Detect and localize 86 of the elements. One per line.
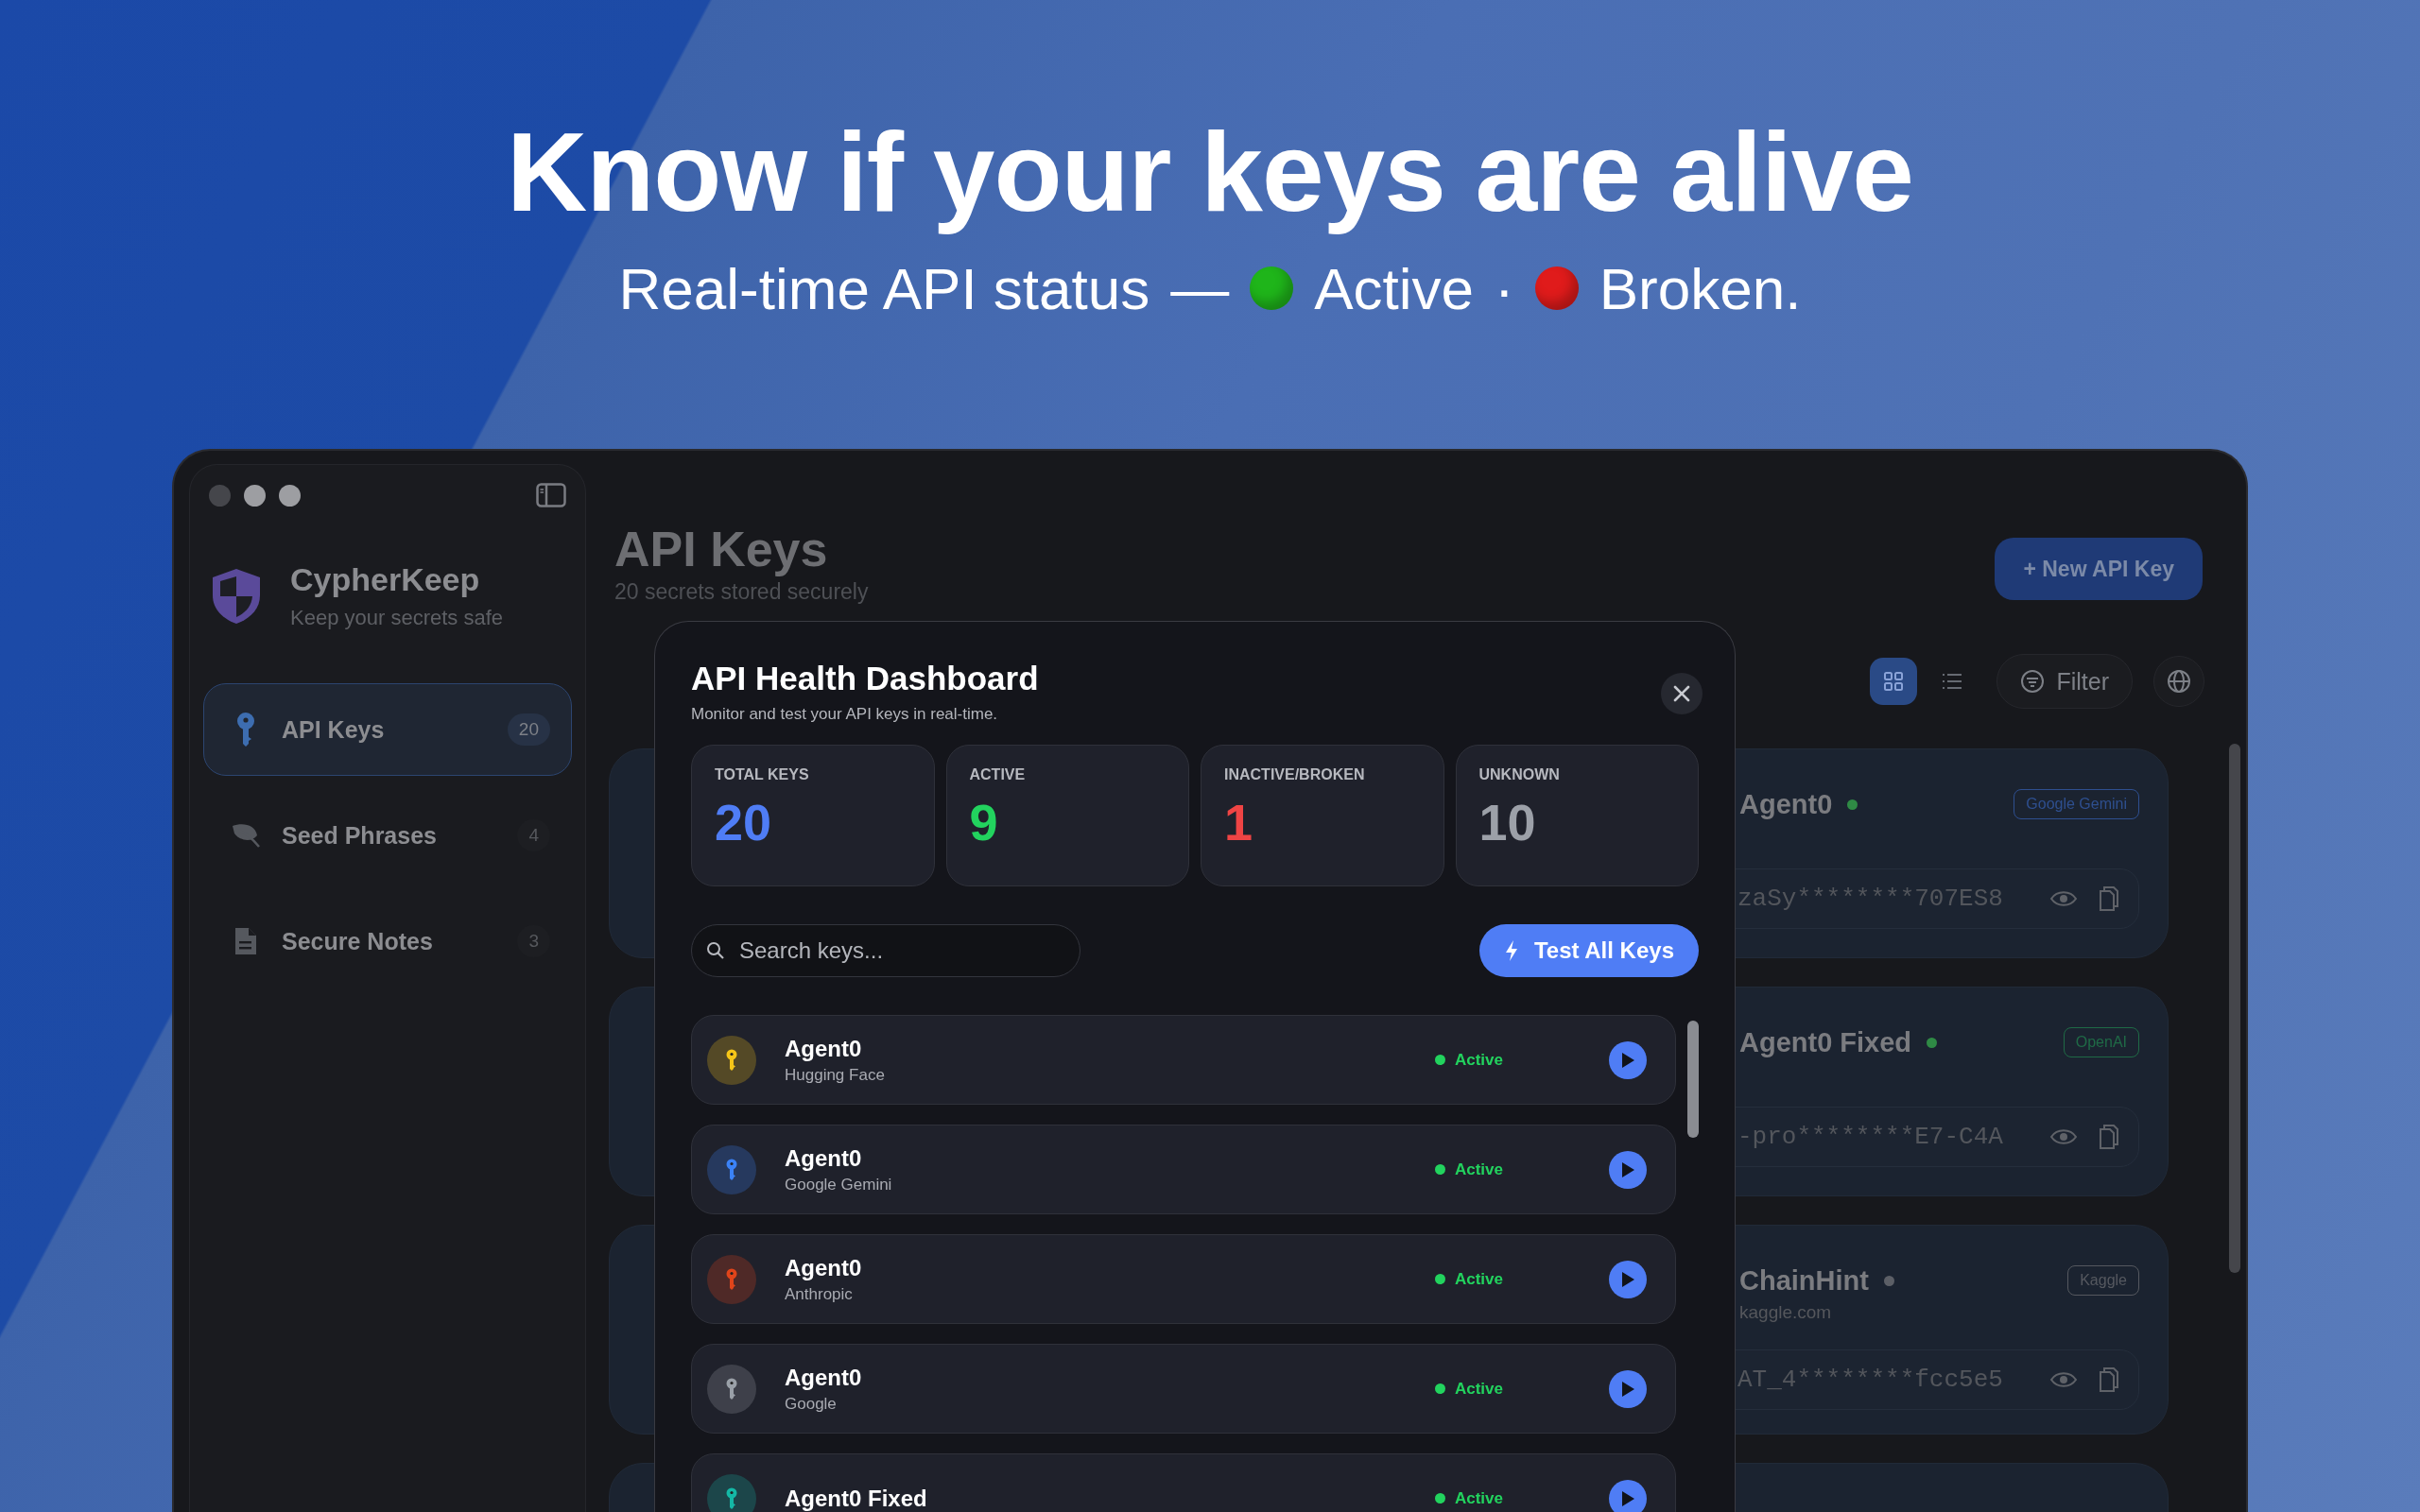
globe-icon bbox=[2167, 669, 2191, 694]
leaf-icon bbox=[231, 822, 261, 849]
stat-label: ACTIVE bbox=[969, 766, 1027, 783]
sidebar-item[interactable]: Secure Notes 3 bbox=[203, 895, 572, 988]
stat-label: TOTAL KEYS bbox=[715, 766, 810, 783]
status-label: Active bbox=[1434, 1488, 1503, 1508]
status-label: Broken. bbox=[1599, 254, 1802, 322]
play-icon bbox=[1619, 1270, 1635, 1288]
key-name: Agent0 bbox=[785, 1254, 863, 1281]
provider-tag: OpenAI bbox=[2063, 1027, 2139, 1057]
key-row[interactable]: Agent0 Google Active bbox=[691, 1344, 1676, 1434]
separator-dot: · bbox=[1495, 254, 1514, 322]
stat-value: 9 bbox=[969, 793, 999, 851]
play-icon bbox=[1619, 1380, 1635, 1398]
play-icon bbox=[1619, 1160, 1635, 1178]
page-subtitle: 20 secrets stored securely bbox=[614, 579, 869, 605]
provider-tag: Kaggle bbox=[2067, 1265, 2139, 1296]
status-label: Active bbox=[1314, 254, 1475, 322]
stat-label: INACTIVE/BROKEN bbox=[1224, 766, 1366, 783]
key-name: Agent0 bbox=[785, 1035, 863, 1062]
test-all-keys-button[interactable]: Test All Keys bbox=[1478, 924, 1699, 977]
key-name: Agent0 bbox=[785, 1364, 863, 1391]
eye-icon[interactable] bbox=[2049, 1127, 2078, 1146]
copy-icon[interactable] bbox=[2099, 885, 2119, 912]
status-label: Active bbox=[1434, 1160, 1503, 1179]
provider-name: Hugging Face bbox=[785, 1065, 886, 1085]
stat-label: UNKNOWN bbox=[1478, 766, 1561, 783]
eye-icon[interactable] bbox=[2049, 1370, 2078, 1389]
key-name: ChainHint bbox=[1739, 1265, 1869, 1297]
copy-icon[interactable] bbox=[2099, 1124, 2119, 1150]
provider-name: Google Gemini bbox=[785, 1175, 893, 1194]
sidebar-item[interactable]: API Keys 20 bbox=[203, 683, 572, 776]
app-tagline: Keep your secrets safe bbox=[290, 606, 503, 630]
lightning-icon bbox=[1503, 939, 1519, 962]
close-button[interactable] bbox=[1661, 673, 1703, 714]
stat-value: 20 bbox=[715, 793, 773, 851]
status-label: Active bbox=[1434, 1379, 1503, 1399]
scrollbar[interactable] bbox=[2229, 744, 2240, 1273]
app-name: CypherKeep bbox=[290, 561, 481, 598]
filter-button[interactable]: Filter bbox=[1996, 654, 2133, 709]
key-row[interactable]: Agent0 Anthropic Active bbox=[691, 1234, 1676, 1324]
minimize-window-button[interactable] bbox=[244, 484, 266, 507]
search-icon bbox=[706, 941, 725, 960]
key-row[interactable]: Agent0 Google Gemini Active bbox=[691, 1125, 1676, 1214]
key-name: Agent0 Fixed bbox=[1739, 1027, 1912, 1058]
item-count: 20 bbox=[507, 713, 550, 746]
grid-icon bbox=[1883, 671, 1905, 692]
play-icon bbox=[1619, 1489, 1635, 1507]
zoom-window-button[interactable] bbox=[279, 484, 301, 507]
dialog-title: API Health Dashboard bbox=[691, 660, 1039, 697]
play-button[interactable] bbox=[1609, 1479, 1647, 1512]
page-title: API Keys bbox=[614, 521, 829, 577]
play-icon bbox=[1619, 1051, 1635, 1069]
key-url: kaggle.com bbox=[1739, 1302, 1833, 1323]
copy-icon[interactable] bbox=[2099, 1366, 2119, 1393]
new-api-key-button[interactable]: + New API Key bbox=[1995, 538, 2203, 600]
dash-text: — bbox=[1170, 254, 1230, 322]
play-button[interactable] bbox=[1609, 1150, 1647, 1189]
stat-value: 1 bbox=[1224, 793, 1254, 851]
close-icon bbox=[1673, 685, 1690, 702]
dialog-subtitle: Monitor and test your API keys in real-time. bbox=[691, 705, 999, 724]
status-label: Active bbox=[1434, 1050, 1503, 1070]
key-name: Agent0 Fixed bbox=[785, 1485, 928, 1512]
key-row[interactable]: Agent0 Fixed Active bbox=[691, 1453, 1676, 1512]
play-button[interactable] bbox=[1609, 1260, 1647, 1298]
key-name: Agent0 bbox=[785, 1144, 863, 1172]
key-name: Agent0 bbox=[1739, 789, 1833, 820]
grid-view-button[interactable] bbox=[1870, 658, 1918, 705]
provider-name: Google bbox=[785, 1394, 838, 1414]
filter-label: Filter bbox=[2056, 667, 2109, 696]
shield-logo-icon bbox=[211, 566, 262, 626]
filter-icon bbox=[2020, 669, 2046, 694]
play-button[interactable] bbox=[1609, 1040, 1647, 1079]
headline: Know if your keys are alive bbox=[507, 112, 1913, 234]
stat-value: 10 bbox=[1478, 793, 1537, 851]
key-row[interactable]: Agent0 Hugging Face Active bbox=[691, 1015, 1676, 1105]
tagline-text: Real-time API status bbox=[618, 254, 1150, 322]
provider-name: Anthropic bbox=[785, 1284, 854, 1304]
provider-tag: Google Gemini bbox=[2014, 789, 2139, 819]
eye-icon[interactable] bbox=[2049, 889, 2078, 908]
play-button[interactable] bbox=[1609, 1369, 1647, 1408]
status-label: Active bbox=[1434, 1269, 1503, 1289]
sidebar-item[interactable]: Seed Phrases 4 bbox=[203, 789, 572, 882]
list-icon bbox=[1942, 672, 1963, 691]
search-field[interactable]: Search keys... bbox=[691, 924, 1080, 977]
sidebar-toggle-icon[interactable] bbox=[536, 483, 566, 507]
